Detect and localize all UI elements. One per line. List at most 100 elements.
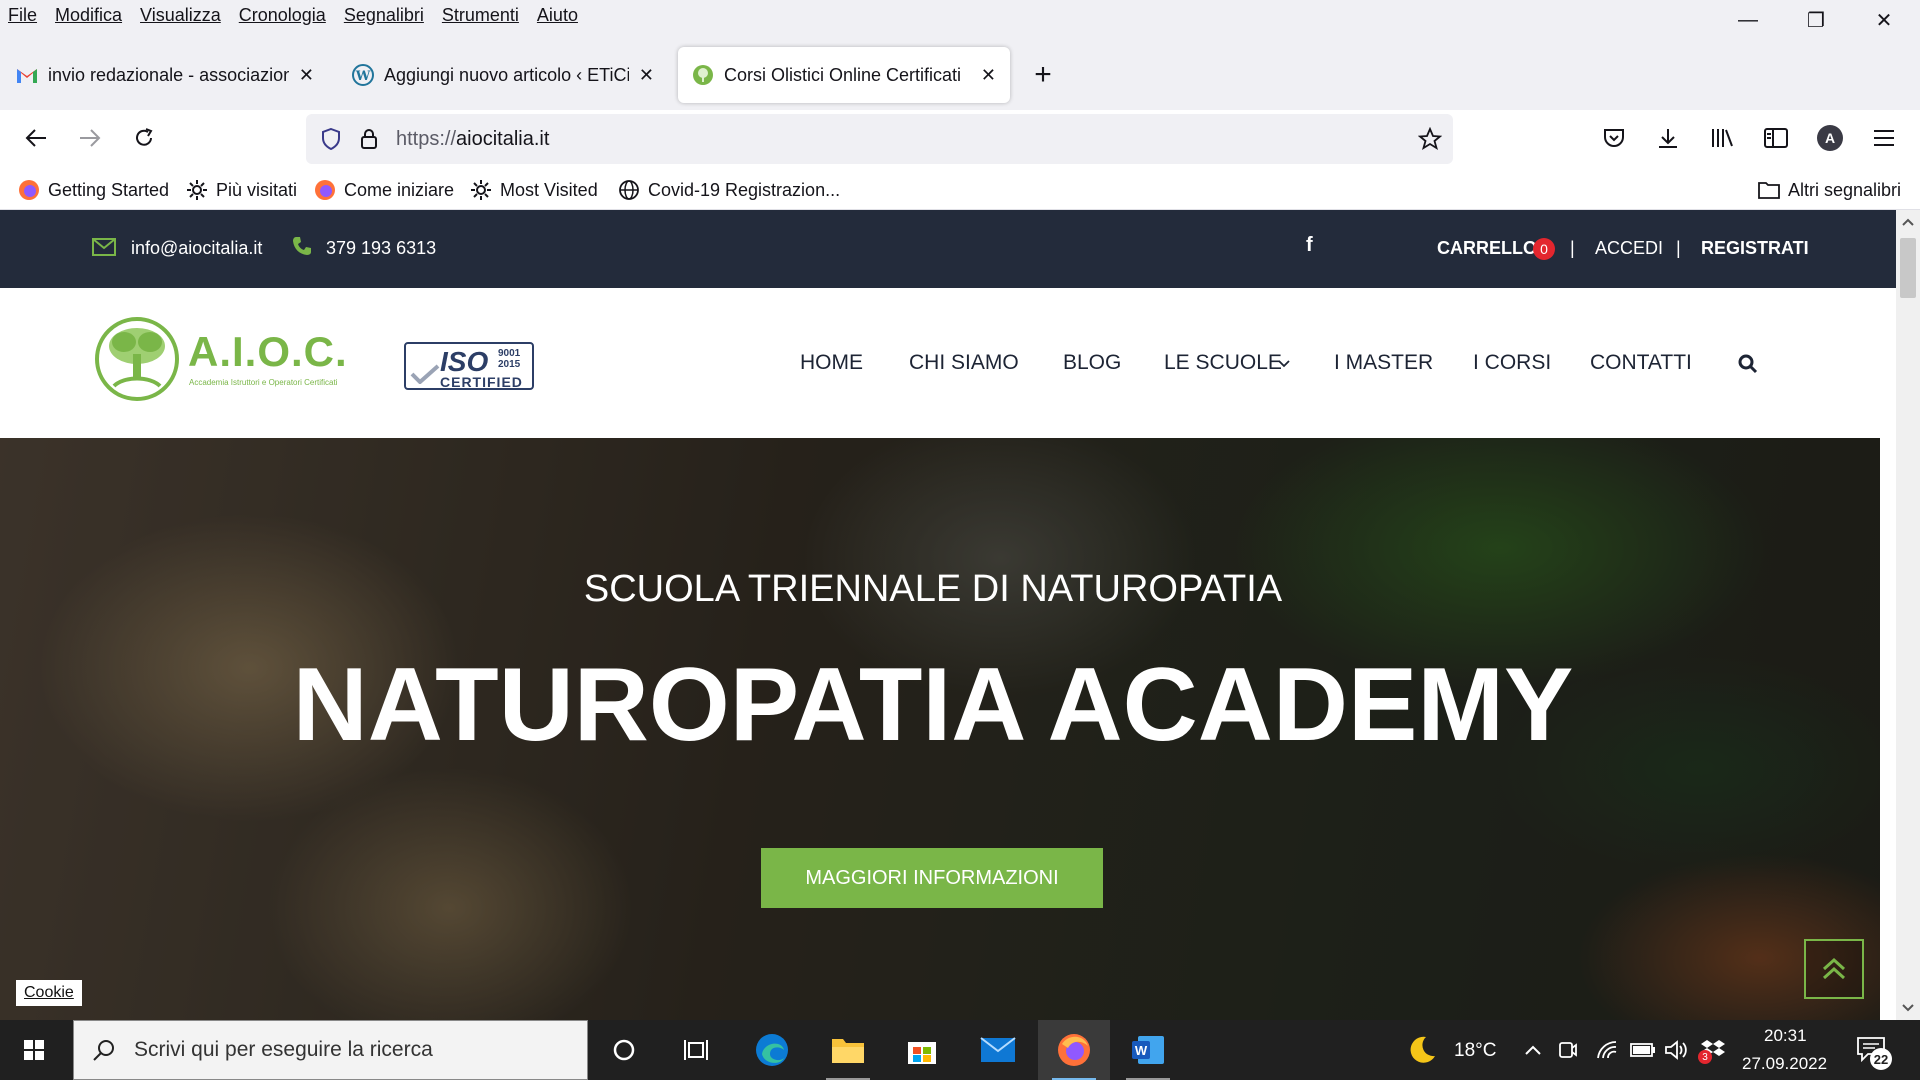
bookmark-most-visited[interactable]: Most Visited — [470, 176, 598, 204]
gear-icon — [470, 179, 492, 201]
minimize-button[interactable]: — — [1714, 0, 1782, 40]
word-app[interactable]: W — [1114, 1020, 1182, 1080]
nav-i-master[interactable]: I MASTER — [1334, 351, 1433, 375]
bookmark-getting-started[interactable]: Getting Started — [18, 176, 169, 204]
facebook-icon[interactable]: f — [1306, 234, 1313, 257]
wordpress-icon: W — [352, 64, 374, 86]
site-top-bar: info@aiocitalia.it 379 193 6313 f CARREL… — [0, 210, 1896, 288]
battery-icon[interactable] — [1630, 1042, 1656, 1058]
shield-icon[interactable] — [318, 126, 344, 152]
other-bookmarks[interactable]: Altri segnalibri — [1758, 176, 1901, 204]
reload-button[interactable] — [126, 120, 162, 156]
notifications-button[interactable]: 22 — [1856, 1036, 1892, 1070]
lock-icon[interactable] — [358, 126, 380, 152]
nav-contatti[interactable]: CONTATTI — [1590, 351, 1692, 375]
register-link[interactable]: REGISTRATI — [1701, 238, 1809, 259]
word-icon: W — [1132, 1036, 1164, 1064]
menu-file[interactable]: File — [8, 5, 37, 26]
clock-time[interactable]: 20:31 — [1764, 1026, 1807, 1046]
cart-link[interactable]: CARRELLO — [1437, 238, 1537, 259]
iso-year: 2015 — [498, 359, 521, 370]
site-phone[interactable]: 379 193 6313 — [326, 238, 436, 259]
search-icon[interactable] — [1738, 354, 1758, 374]
taskbar-search-box[interactable]: Scrivi qui per eseguire la ricerca — [73, 1020, 588, 1080]
back-button[interactable] — [18, 120, 54, 156]
scroll-up-arrow-icon — [1902, 218, 1914, 226]
menu-button[interactable] — [1866, 120, 1902, 156]
firefox-icon — [18, 179, 40, 201]
url-text[interactable]: https://aiocitalia.it — [396, 128, 549, 151]
menu-modifica[interactable]: Modifica — [55, 5, 122, 26]
forward-button[interactable] — [72, 120, 108, 156]
search-placeholder: Scrivi qui per eseguire la ricerca — [134, 1038, 433, 1061]
search-icon — [93, 1040, 114, 1061]
store-icon — [908, 1042, 936, 1064]
cortana-button[interactable] — [590, 1020, 658, 1080]
scrollbar-thumb[interactable] — [1900, 238, 1916, 298]
file-explorer-app[interactable] — [814, 1020, 882, 1080]
bookmark-covid[interactable]: Covid-19 Registrazion... — [618, 176, 840, 204]
page-scrollbar[interactable] — [1896, 210, 1920, 1020]
star-icon[interactable] — [1417, 126, 1443, 152]
store-app[interactable] — [888, 1020, 956, 1080]
mail-icon — [980, 1037, 1016, 1062]
weather-temperature[interactable]: 18°C — [1454, 1040, 1496, 1062]
tab-wordpress[interactable]: W Aggiungi nuovo articolo ‹ ETiCi ✕ — [338, 47, 668, 103]
scroll-to-top-button[interactable] — [1804, 939, 1864, 999]
url-bar[interactable]: https://aiocitalia.it — [306, 114, 1453, 164]
firefox-app[interactable] — [1038, 1020, 1110, 1080]
dropbox-tray-icon[interactable]: 3 — [1698, 1038, 1726, 1064]
nav-home[interactable]: HOME — [800, 351, 863, 375]
edge-app[interactable] — [738, 1020, 806, 1080]
sidebar-button[interactable] — [1758, 120, 1794, 156]
bookmark-come-iniziare[interactable]: Come iniziare — [314, 176, 454, 204]
gear-icon — [186, 179, 208, 201]
nav-chi-siamo[interactable]: CHI SIAMO — [909, 351, 1019, 375]
nav-blog[interactable]: BLOG — [1063, 351, 1121, 375]
moon-weather-icon[interactable] — [1406, 1034, 1438, 1071]
tab-gmail[interactable]: invio redazionale - associazione ✕ — [2, 47, 328, 103]
menu-strumenti[interactable]: Strumenti — [442, 5, 519, 26]
menu-cronologia[interactable]: Cronologia — [239, 5, 326, 26]
login-link[interactable]: ACCEDI — [1595, 238, 1663, 259]
menu-segnalibri[interactable]: Segnalibri — [344, 5, 424, 26]
wifi-icon[interactable] — [1596, 1040, 1618, 1060]
close-icon[interactable]: ✕ — [299, 65, 314, 86]
site-email[interactable]: info@aiocitalia.it — [131, 238, 262, 259]
svg-text:W: W — [355, 69, 371, 84]
tab-aioc[interactable]: Corsi Olistici Online Certificati ✕ — [678, 47, 1010, 103]
menu-visualizza[interactable]: Visualizza — [140, 5, 221, 26]
task-view-button[interactable] — [662, 1020, 730, 1080]
clock-date[interactable]: 27.09.2022 — [1742, 1054, 1827, 1074]
more-info-button[interactable]: MAGGIORI INFORMAZIONI — [761, 848, 1103, 908]
downloads-button[interactable] — [1650, 120, 1686, 156]
menu-aiuto[interactable]: Aiuto — [537, 5, 578, 26]
close-window-button[interactable]: ✕ — [1850, 0, 1918, 40]
library-button[interactable] — [1704, 120, 1740, 156]
pocket-button[interactable] — [1596, 120, 1632, 156]
bookmark-piu-visitati[interactable]: Più visitati — [186, 176, 297, 204]
meet-now-icon[interactable] — [1558, 1040, 1578, 1060]
iso-certified-badge: ISO 9001 2015 CERTIFIED — [404, 342, 534, 390]
hero-banner: SCUOLA TRIENNALE DI NATUROPATIA NATUROPA… — [0, 438, 1880, 1020]
volume-icon[interactable] — [1664, 1040, 1688, 1060]
iso-certified-text: CERTIFIED — [440, 374, 523, 390]
start-button[interactable] — [0, 1020, 68, 1080]
close-icon[interactable]: ✕ — [639, 65, 654, 86]
nav-le-scuole[interactable]: LE SCUOLE — [1164, 351, 1282, 375]
cookie-button[interactable]: Cookie — [16, 980, 82, 1006]
new-tab-button[interactable]: + — [1026, 58, 1060, 92]
chevron-up-icon[interactable] — [1524, 1044, 1542, 1056]
close-icon[interactable]: ✕ — [981, 65, 996, 86]
tree-logo-icon — [95, 317, 179, 401]
account-button[interactable]: A — [1812, 120, 1848, 156]
site-logo[interactable]: A.I.O.C. Accademia Istruttori e Operator… — [94, 314, 364, 404]
logo-tagline: Accademia Istruttori e Operatori Certifi… — [189, 378, 338, 387]
menu-bar: File Modifica Visualizza Cronologia Segn… — [0, 0, 1920, 30]
mail-app[interactable] — [964, 1020, 1032, 1080]
arrow-left-icon — [25, 129, 46, 147]
double-chevron-up-icon — [1822, 957, 1846, 980]
nav-i-corsi[interactable]: I CORSI — [1473, 351, 1551, 375]
restore-button[interactable]: ❐ — [1782, 0, 1850, 40]
iso-code: 9001 — [498, 348, 521, 359]
